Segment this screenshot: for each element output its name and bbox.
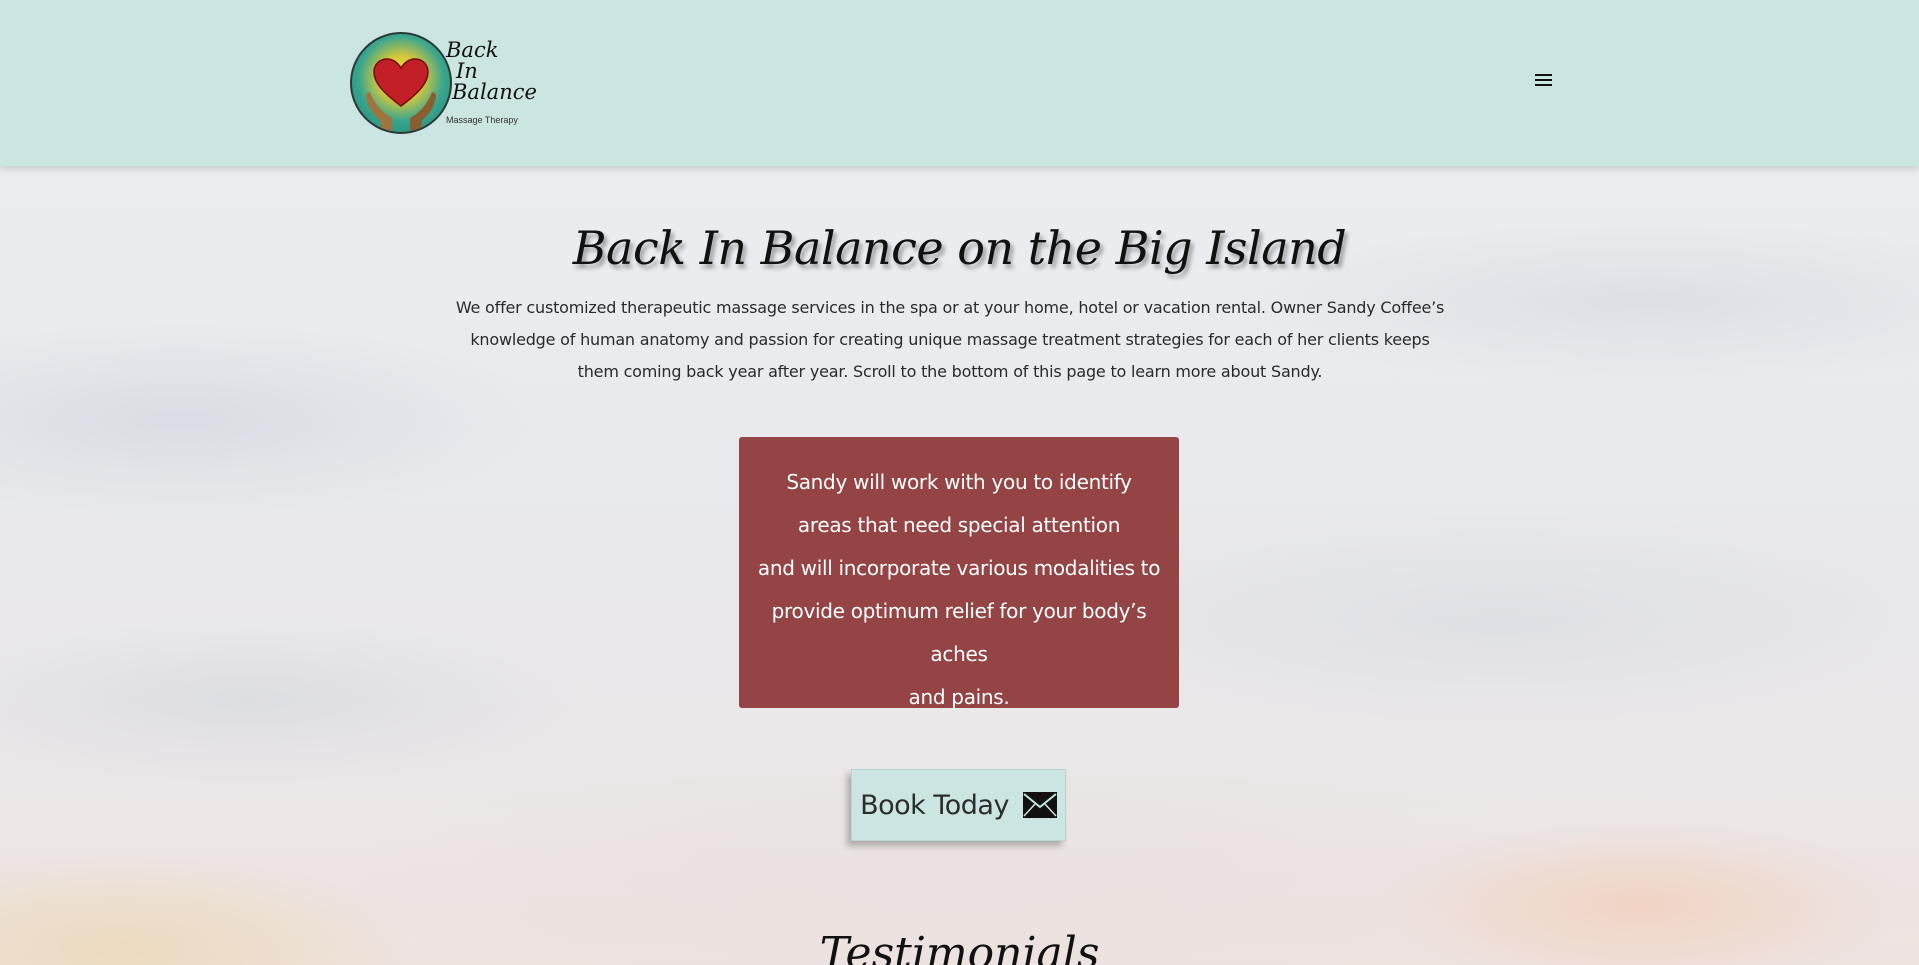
- intro-paragraph: We offer customized therapeutic massage …: [455, 298, 1445, 381]
- callout-line: Sandy will work with you to identify: [786, 470, 1132, 494]
- page-title: Back In Balance on the Big Island: [572, 221, 1347, 275]
- testimonials-heading: Testimonials: [819, 928, 1100, 965]
- logo-line-2: In: [456, 59, 478, 83]
- logo-wordmark: Back In Balance: [446, 40, 537, 103]
- logo-line-1: Back: [446, 38, 499, 62]
- callout-line: and pains.: [908, 685, 1010, 709]
- site-logo[interactable]: Back In Balance Massage Therapy: [350, 30, 540, 136]
- book-today-label: Book Today: [860, 789, 1009, 821]
- sandy-callout-box: Sandy will work with you to identify are…: [739, 437, 1179, 709]
- book-today-button[interactable]: Book Today: [851, 769, 1066, 841]
- site-header: Back In Balance Massage Therapy: [0, 0, 1919, 166]
- envelope-icon: [1022, 792, 1057, 818]
- callout-line: provide optimum relief for your body’s a…: [771, 599, 1147, 666]
- logo-line-3: Balance: [452, 80, 537, 104]
- logo-heart-hands-emblem: [350, 32, 452, 134]
- callout-line: and will incorporate various modalities …: [757, 556, 1161, 580]
- callout-line: areas that need special attention: [797, 513, 1121, 537]
- logo-subtitle: Massage Therapy: [446, 115, 518, 125]
- hamburger-menu-icon[interactable]: [1535, 74, 1554, 89]
